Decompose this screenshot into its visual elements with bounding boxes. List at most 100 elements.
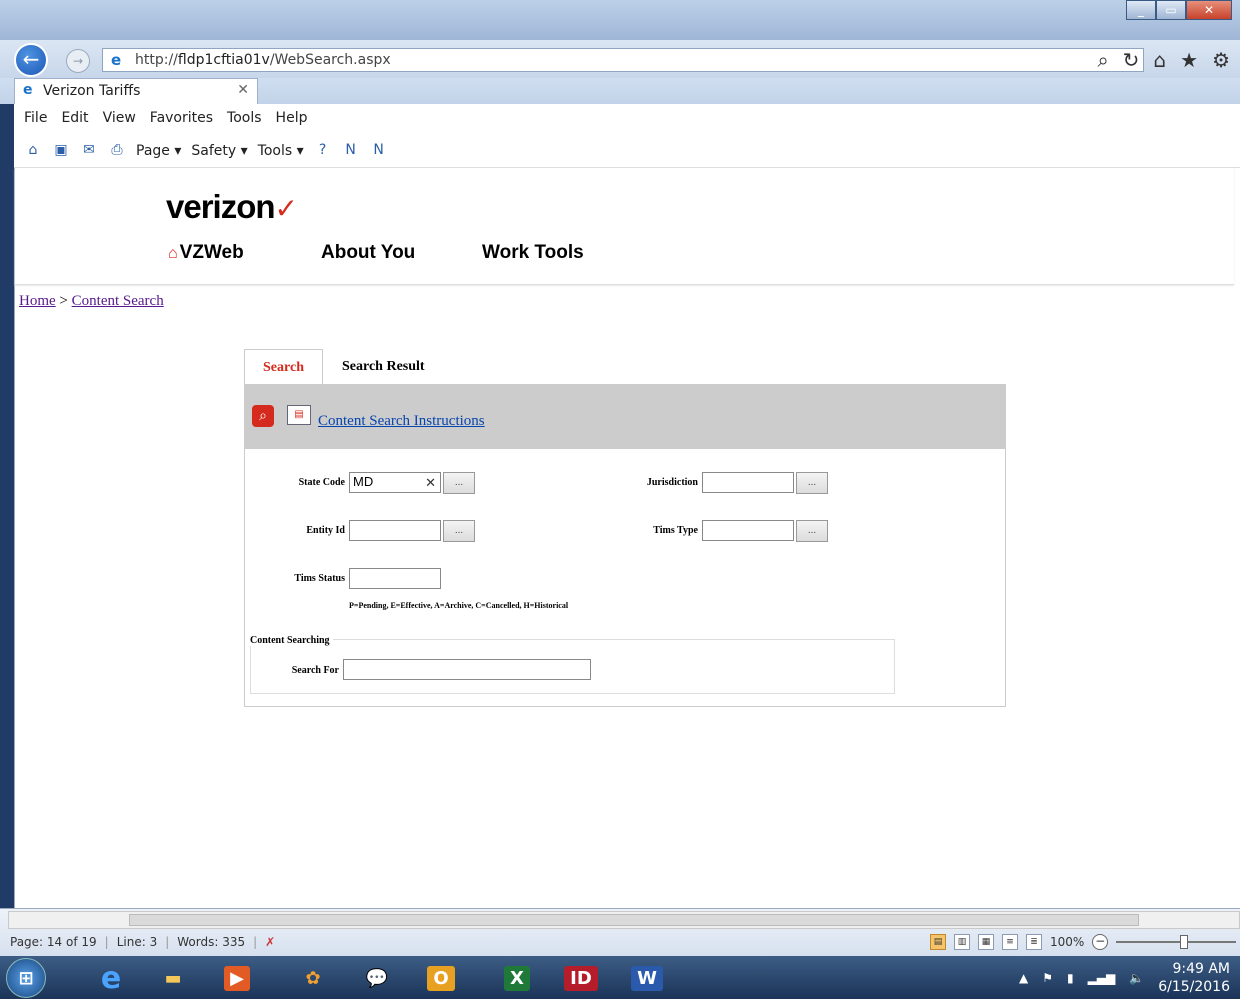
- outlook-taskbar-icon[interactable]: O: [414, 958, 468, 998]
- web-layout-view-icon[interactable]: ▦: [978, 934, 994, 950]
- line-number[interactable]: Line: 3: [117, 935, 158, 949]
- verizon-logo[interactable]: verizon✓: [166, 188, 298, 226]
- tims-type-input[interactable]: [702, 520, 794, 541]
- search-for-label: Search For: [291, 665, 339, 676]
- home-icon: ⌂: [168, 245, 178, 262]
- proofing-icon[interactable]: ✗: [265, 935, 275, 949]
- print-layout-view-icon[interactable]: ▤: [930, 934, 946, 950]
- url-path: /WebSearch.aspx: [269, 52, 391, 68]
- media-player-taskbar-icon[interactable]: ▶: [210, 958, 264, 998]
- search-panel: ⌕ ▤ Content Search Instructions State Co…: [244, 384, 1006, 707]
- favorites-star-icon[interactable]: ★: [1180, 48, 1198, 72]
- nav-about-you[interactable]: About You: [321, 242, 415, 264]
- check-icon: ✓: [274, 193, 298, 224]
- nav-work-tools[interactable]: Work Tools: [482, 242, 584, 264]
- draft-view-icon[interactable]: ≣: [1026, 934, 1042, 950]
- word-taskbar-icon[interactable]: W: [620, 958, 674, 998]
- tab-search-result[interactable]: Search Result: [342, 349, 442, 385]
- content-searching-legend: Content Searching: [250, 635, 333, 646]
- clear-icon[interactable]: ✕: [425, 475, 436, 491]
- reading-view-icon[interactable]: ▥: [954, 934, 970, 950]
- browser-nav-icons: ⌕ ↻ ⌂ ★ ⚙: [1097, 48, 1230, 72]
- page-menu[interactable]: Page ▾: [136, 143, 181, 159]
- tims-type-browse-button[interactable]: ...: [796, 520, 828, 542]
- mail-icon[interactable]: ✉: [80, 142, 98, 160]
- zoom-slider[interactable]: [1116, 935, 1237, 949]
- jurisdiction-label: Jurisdiction: [646, 477, 698, 488]
- onenote-linked-icon[interactable]: N: [370, 142, 388, 160]
- zoom-level[interactable]: 100%: [1050, 935, 1084, 949]
- safety-menu[interactable]: Safety ▾: [191, 143, 247, 159]
- volume-icon[interactable]: 🔈: [1129, 971, 1144, 985]
- excel-taskbar-icon[interactable]: X: [490, 958, 544, 998]
- browser-tab-row: e Verizon Tariffs ✕: [0, 78, 1240, 104]
- tab-search[interactable]: Search: [244, 349, 323, 385]
- state-code-label: State Code: [298, 477, 345, 488]
- menu-edit[interactable]: Edit: [61, 110, 88, 128]
- site-header: verizon✓ ⌂ VZWeb About You Work Tools: [15, 168, 1234, 285]
- home-icon[interactable]: ⌂: [1153, 48, 1166, 72]
- breadcrumb-content-search[interactable]: Content Search: [72, 293, 164, 309]
- network-icon[interactable]: ▮: [1067, 971, 1074, 985]
- feeds-icon[interactable]: ▣: [52, 142, 70, 160]
- scroll-thumb[interactable]: [129, 914, 1139, 926]
- word-count[interactable]: Words: 335: [177, 935, 245, 949]
- close-icon[interactable]: ✕: [237, 82, 249, 98]
- entity-id-browse-button[interactable]: ...: [443, 520, 475, 542]
- state-code-browse-button[interactable]: ...: [443, 472, 475, 494]
- show-hidden-icons-icon[interactable]: ▲: [1019, 971, 1028, 985]
- outline-view-icon[interactable]: ≡: [1002, 934, 1018, 950]
- minimize-button[interactable]: _: [1126, 0, 1156, 20]
- universal-id-taskbar-icon[interactable]: ID: [554, 958, 608, 998]
- clock[interactable]: 9:49 AM 6/15/2016: [1158, 960, 1230, 996]
- document-icon[interactable]: ▤: [287, 405, 311, 425]
- url-host: fldp1cftia01v: [177, 52, 270, 68]
- app-taskbar-icon[interactable]: ✿: [286, 958, 340, 998]
- tools-menu[interactable]: Tools ▾: [258, 143, 304, 159]
- refresh-icon[interactable]: ↻: [1123, 48, 1140, 72]
- back-button[interactable]: ←: [14, 43, 48, 77]
- tab-title: Verizon Tariffs: [43, 83, 141, 99]
- zoom-slider-thumb[interactable]: [1180, 935, 1189, 949]
- breadcrumb-home[interactable]: Home: [19, 293, 56, 309]
- signal-icon[interactable]: ▂▄▆: [1088, 971, 1116, 985]
- entity-id-input[interactable]: [349, 520, 441, 541]
- search-icon[interactable]: ⌕: [1097, 48, 1108, 72]
- home-icon[interactable]: ⌂: [24, 142, 42, 160]
- file-explorer-taskbar-icon[interactable]: ▬: [146, 958, 200, 998]
- url-prefix: http://: [135, 52, 178, 68]
- menu-favorites[interactable]: Favorites: [150, 110, 213, 128]
- menu-view[interactable]: View: [103, 110, 136, 128]
- search-for-input[interactable]: [343, 659, 591, 680]
- nav-vzweb[interactable]: ⌂ VZWeb: [168, 242, 244, 264]
- tims-status-input[interactable]: [349, 568, 441, 589]
- internet-explorer-taskbar-icon[interactable]: e: [84, 958, 138, 998]
- page-count[interactable]: Page: 14 of 19: [10, 935, 97, 949]
- menu-bar: File Edit View Favorites Tools Help: [14, 104, 1240, 134]
- horizontal-scrollbar[interactable]: [8, 911, 1240, 929]
- close-window-button[interactable]: ✕: [1186, 0, 1232, 20]
- print-icon[interactable]: ⎙: [108, 142, 126, 160]
- content-search-instructions-link[interactable]: Content Search Instructions: [318, 413, 485, 430]
- security-icon[interactable]: ⚑: [1042, 971, 1053, 985]
- chat-taskbar-icon[interactable]: 💬: [350, 958, 404, 998]
- browser-tab-active[interactable]: e Verizon Tariffs ✕: [14, 78, 258, 104]
- forward-button[interactable]: →: [66, 49, 90, 73]
- state-code-input[interactable]: MD ✕: [349, 472, 441, 493]
- menu-file[interactable]: File: [24, 110, 47, 128]
- zoom-out-icon[interactable]: −: [1092, 934, 1109, 950]
- tims-status-label: Tims Status: [294, 573, 345, 584]
- gear-icon[interactable]: ⚙: [1212, 48, 1230, 72]
- address-bar[interactable]: e http://fldp1cftia01v/WebSearch.aspx: [102, 48, 1144, 72]
- menu-help[interactable]: Help: [276, 110, 308, 128]
- window-controls: _ ▭ ✕: [1126, 0, 1232, 20]
- onenote-icon[interactable]: N: [342, 142, 360, 160]
- start-button[interactable]: ⊞: [6, 958, 46, 998]
- status-legend-note: P=Pending, E=Effective, A=Archive, C=Can…: [349, 601, 569, 610]
- jurisdiction-browse-button[interactable]: ...: [796, 472, 828, 494]
- help-icon[interactable]: ?: [314, 142, 332, 160]
- menu-tools[interactable]: Tools: [227, 110, 262, 128]
- jurisdiction-input[interactable]: [702, 472, 794, 493]
- search-icon[interactable]: ⌕: [252, 405, 274, 427]
- maximize-button[interactable]: ▭: [1156, 0, 1186, 20]
